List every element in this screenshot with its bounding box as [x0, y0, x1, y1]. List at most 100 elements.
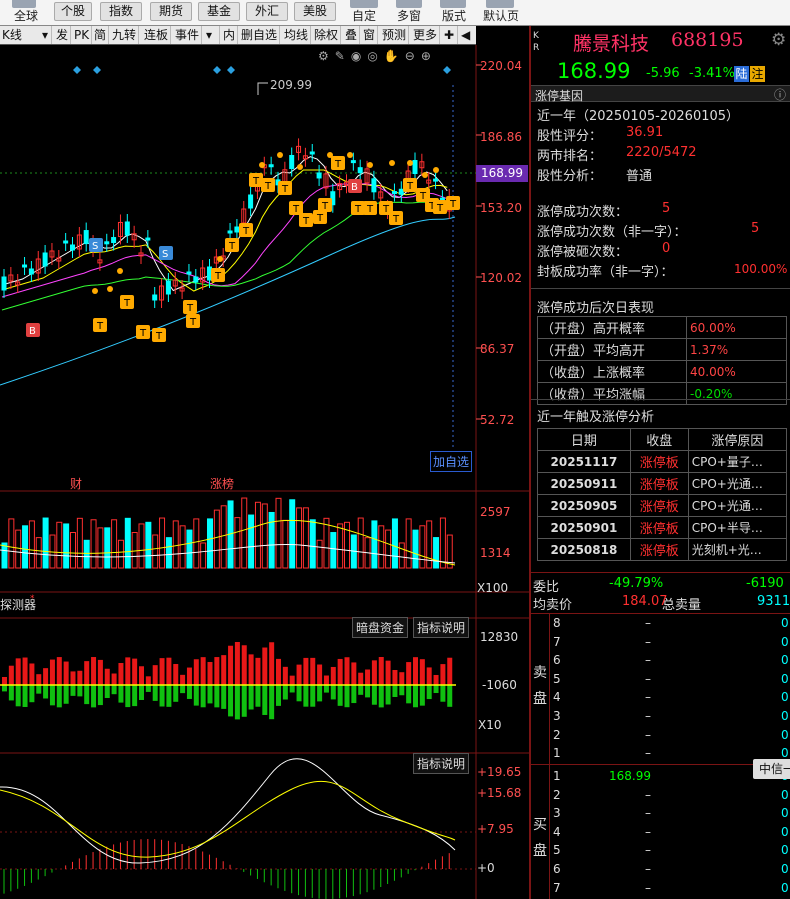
stat-label: 涨停成功次数（非一字）： [537, 225, 687, 240]
book-level: 5 [553, 671, 561, 686]
toolbar-item-jian[interactable]: 简 [92, 26, 110, 44]
fund-bar-up [104, 668, 110, 685]
fund-bar-down [351, 685, 357, 704]
table-row[interactable]: 20250818 涨停板 光刻机+光… [537, 538, 788, 561]
fund-bar-down [323, 685, 329, 693]
tab-forex[interactable]: 外汇 [246, 2, 288, 21]
signal-badge-text: B [29, 326, 36, 337]
table-row[interactable]: 20250901 涨停板 CPO+半导… [537, 516, 788, 539]
book-price: – [645, 709, 651, 723]
hand-icon[interactable]: ✋ [384, 49, 405, 63]
tab-us-stock[interactable]: 美股 [294, 2, 336, 21]
toolbar-item-ma[interactable]: 均线 [282, 26, 312, 44]
gene-title: 涨停基因 [535, 89, 584, 103]
book-price: – [645, 653, 651, 668]
default-page-button[interactable]: 默认页 [478, 6, 524, 26]
multiwindow-button[interactable]: 多窗 [388, 6, 430, 26]
toolbar-item-lianban[interactable]: 连板 [142, 26, 172, 44]
gene-period: 近一年（20250105-20260105） [537, 109, 740, 124]
toolbar-item-nei[interactable]: 内 [221, 26, 239, 44]
fund-bar-down [344, 685, 350, 708]
event-label-rank[interactable]: 涨榜 [210, 475, 234, 492]
score-label: 股性评分： [537, 129, 603, 144]
fund-bar-down [84, 685, 90, 705]
limit-up-marker-text: T [228, 241, 236, 252]
global-button[interactable]: 全球 [8, 6, 44, 26]
fund-axis-label: 12830 [480, 630, 519, 644]
stat-value: 5 [662, 201, 671, 216]
info-icon[interactable]: ⓘ [774, 86, 786, 103]
fund-bar-down [248, 685, 254, 710]
toolbar-item-forecast[interactable]: 预测 [380, 26, 410, 44]
toolbar-item-event[interactable]: 事件 [173, 26, 203, 44]
candle-body [248, 194, 254, 209]
volume-bar [117, 539, 124, 569]
book-volume: 0 [781, 727, 789, 742]
settings-icon[interactable]: ⚙ [318, 49, 335, 63]
broker-tab[interactable]: 中信一 [753, 759, 790, 779]
tab-fund[interactable]: 基金 [198, 2, 240, 21]
dark-pool-button[interactable]: 暗盘资金 [352, 617, 409, 638]
layout-button[interactable]: 版式 [434, 6, 474, 26]
toolbar-item-more[interactable]: 更多 [411, 26, 441, 44]
custom-button[interactable]: 自定 [344, 6, 384, 26]
indicator-help-button[interactable]: 指标说明 [413, 617, 470, 638]
arrow-left-icon[interactable]: ◀ [459, 26, 476, 44]
event-label-finance[interactable]: 财 [70, 475, 82, 492]
zoom-out-icon[interactable]: ⊖ [405, 49, 421, 63]
toolbar-item-pk[interactable]: PK [72, 26, 93, 44]
volume-bar [63, 523, 70, 569]
stock-price: 168.99 [557, 59, 631, 83]
eye-icon[interactable]: ◉ [351, 49, 367, 63]
book-level: 2 [553, 787, 561, 802]
volume-bar [22, 525, 29, 569]
fund-bar-down [406, 685, 412, 704]
period-select[interactable]: K线 ▾ [0, 26, 52, 44]
limit-up-marker-text: T [252, 176, 260, 187]
fund-bar-down [440, 685, 446, 702]
table-row[interactable]: 20251117 涨停板 CPO+量子… [537, 450, 788, 473]
volume-bar [193, 518, 200, 569]
toolbar-item-fa[interactable]: 发 [54, 26, 72, 44]
tab-stock[interactable]: 个股 [54, 2, 92, 21]
volume-bar [15, 529, 22, 569]
toolbar-item-delete-watch[interactable]: 删自选 [239, 26, 281, 44]
fund-bar-up [125, 657, 131, 685]
macd-help-button[interactable]: 指标说明 [413, 753, 470, 774]
gear-icon[interactable]: ⚙ [771, 30, 786, 50]
fund-bar-down [310, 685, 316, 707]
book-volume: 0 [781, 634, 789, 649]
fund-bar-down [413, 685, 418, 708]
volume-bar [398, 542, 405, 569]
volume-bar [90, 519, 97, 569]
zoom-in-icon[interactable]: ⊕ [421, 49, 437, 63]
table-row[interactable]: 20250911 涨停板 CPO+光通… [537, 472, 788, 495]
table-row[interactable]: 20250905 涨停板 CPO+光通… [537, 494, 788, 517]
fund-bar-down [36, 685, 42, 694]
toolbar-item-window[interactable]: 窗 [361, 26, 379, 44]
moving-averages [0, 156, 456, 386]
tab-futures[interactable]: 期货 [150, 2, 192, 21]
volume-bar [56, 521, 63, 569]
stat-value: 100.00% [734, 262, 788, 276]
eye-alt-icon[interactable]: ◎ [367, 49, 383, 63]
diamond-icon [93, 66, 101, 74]
analysis-value: 普通 [626, 169, 653, 184]
stock-code: 688195 [671, 29, 744, 51]
toolbar-item-overlay[interactable]: 叠 [343, 26, 361, 44]
price-axis-label: 220.04 [480, 59, 522, 73]
fund-bar-up [419, 659, 425, 685]
toolbar-item-exright[interactable]: 除权 [312, 26, 342, 44]
tab-index[interactable]: 指数 [100, 2, 142, 21]
toolbar-dropdown[interactable]: ▾ [204, 26, 220, 44]
fund-bar-down [365, 685, 371, 698]
fund-bar-down [262, 685, 268, 715]
toolbar-item-jiuzhuan[interactable]: 九转 [110, 26, 140, 44]
volume-bar [405, 518, 412, 569]
add-watchlist-button[interactable]: 加自选 [430, 451, 473, 472]
fund-bar-down [303, 685, 309, 707]
next-day-table: （开盘）高开概率 60.00% （开盘）平均高开 1.37% （收盘）上涨概率 40.00… [537, 316, 787, 405]
fund-bar-up [56, 657, 62, 685]
add-icon[interactable]: ✚ [442, 26, 458, 44]
pen-icon[interactable]: ✎ [335, 49, 351, 63]
